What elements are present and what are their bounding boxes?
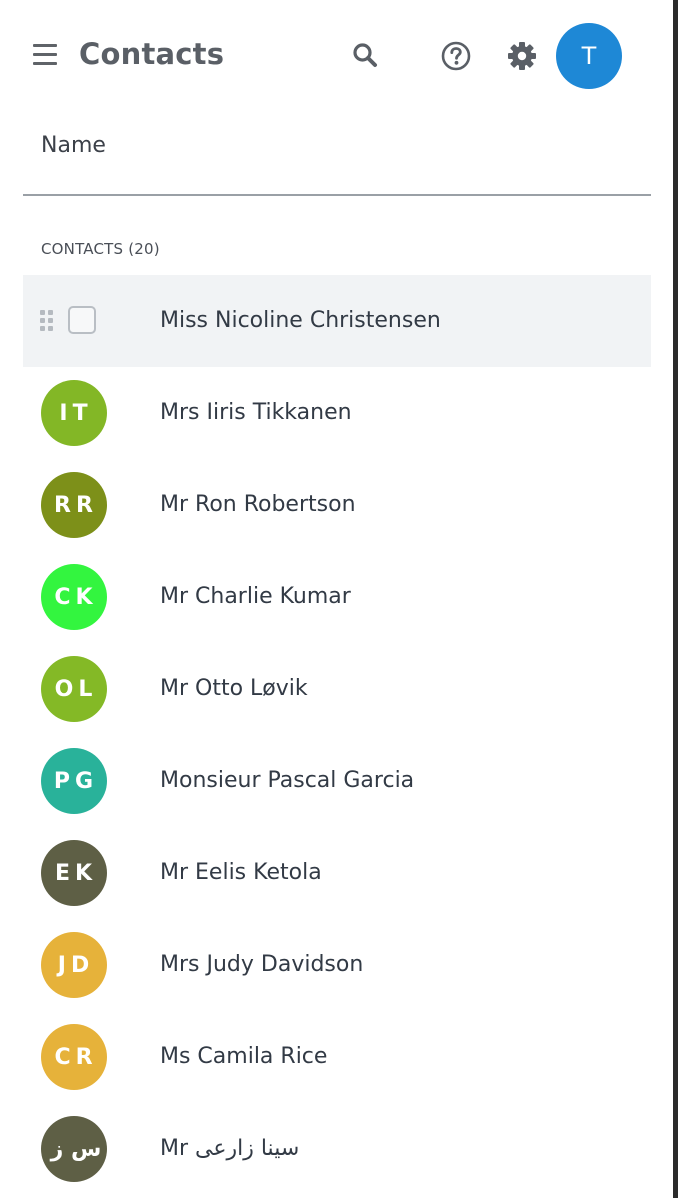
contact-avatar: س ز xyxy=(41,1116,107,1182)
contact-name: Mrs Iiris Tikkanen xyxy=(160,400,352,425)
list-item[interactable]: Miss Nicoline Christensen xyxy=(23,275,651,367)
help-button[interactable] xyxy=(436,36,476,76)
list-item[interactable]: IT Mrs Iiris Tikkanen xyxy=(23,367,651,459)
contact-avatar: OL xyxy=(41,656,107,722)
search-icon xyxy=(353,43,377,67)
contact-name: Mr سینا زارعی xyxy=(160,1136,300,1161)
list-item[interactable]: OL Mr Otto Løvik xyxy=(23,643,651,735)
list-item[interactable]: PG Monsieur Pascal Garcia xyxy=(23,735,651,827)
contact-name: Mr Ron Robertson xyxy=(160,492,356,517)
select-checkbox[interactable] xyxy=(68,306,96,334)
name-filter-field[interactable]: Name xyxy=(23,118,651,196)
contact-avatar: EK xyxy=(41,840,107,906)
app-header: Contacts T xyxy=(0,0,673,110)
contact-avatar: RR xyxy=(41,472,107,538)
list-item[interactable]: JD Mrs Judy Davidson xyxy=(23,919,651,1011)
contact-avatar: JD xyxy=(41,932,107,998)
user-avatar[interactable]: T xyxy=(556,23,622,89)
contact-avatar: IT xyxy=(41,380,107,446)
contact-avatar: CK xyxy=(41,564,107,630)
list-item[interactable]: RR Mr Ron Robertson xyxy=(23,459,651,551)
hamburger-menu-icon[interactable] xyxy=(33,44,58,66)
drag-handle-icon[interactable] xyxy=(40,310,56,332)
help-circle-icon xyxy=(441,41,471,71)
contact-avatar: CR xyxy=(41,1024,107,1090)
contact-avatar: PG xyxy=(41,748,107,814)
list-item[interactable]: CK Mr Charlie Kumar xyxy=(23,551,651,643)
list-item[interactable]: EK Mr Eelis Ketola xyxy=(23,827,651,919)
list-item[interactable]: CR Ms Camila Rice xyxy=(23,1011,651,1103)
contact-name: Mr Eelis Ketola xyxy=(160,860,322,885)
list-item[interactable]: س ز Mr سینا زارعی xyxy=(23,1103,651,1195)
contact-name: Mr Charlie Kumar xyxy=(160,584,351,609)
contact-name: Mrs Judy Davidson xyxy=(160,952,364,977)
contacts-app: Contacts T Name CONTACTS (20) Miss Nicol… xyxy=(0,0,673,1198)
window-edge xyxy=(673,0,678,1198)
gear-icon xyxy=(508,42,536,70)
contact-name: Monsieur Pascal Garcia xyxy=(160,768,415,793)
contact-name: Miss Nicoline Christensen xyxy=(160,308,441,333)
contacts-count-label: CONTACTS (20) xyxy=(41,240,160,258)
name-field-label: Name xyxy=(41,133,106,158)
contact-name: Mr Otto Løvik xyxy=(160,676,308,701)
contact-name: Ms Camila Rice xyxy=(160,1044,328,1069)
contacts-list: Miss Nicoline Christensen IT Mrs Iiris T… xyxy=(23,275,651,1195)
page-title: Contacts xyxy=(79,37,225,71)
search-button[interactable] xyxy=(345,35,385,75)
settings-button[interactable] xyxy=(502,36,542,76)
